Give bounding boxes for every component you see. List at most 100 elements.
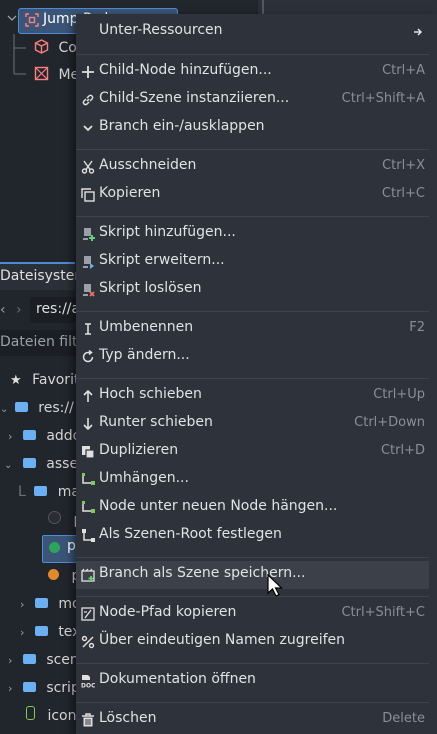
fs-item-folder[interactable]: › scen — [8, 649, 79, 671]
fs-item-file[interactable]: icon. — [26, 705, 81, 727]
fs-item-folder[interactable]: › scrip — [8, 677, 80, 699]
collision-icon — [34, 39, 49, 54]
mouse-cursor-icon — [267, 574, 283, 597]
trash-icon — [82, 713, 94, 727]
menu-separator — [76, 702, 429, 703]
menu-separator — [76, 663, 429, 664]
menu-separator — [76, 54, 429, 55]
menu-separator — [76, 378, 429, 379]
menu-item-extend-script[interactable]: Skript erweitern... — [76, 248, 429, 276]
menu-item-move-up[interactable]: Hoch schieben Ctrl+Up — [76, 382, 429, 410]
menu-item-add-child-node[interactable]: Child-Node hinzufügen... Ctrl+A — [76, 58, 429, 86]
chevron-down-icon — [83, 125, 93, 132]
doc-icon: DOC — [81, 675, 95, 689]
viewport-toolbar — [258, 0, 437, 14]
menu-item-label: Branch ein-/ausklappen — [99, 118, 265, 134]
menu-item-access-unique-name[interactable]: Über eindeutigen Namen zugreifen — [76, 628, 429, 656]
fs-item-label: scrip — [46, 680, 80, 696]
menu-item-label: Ausschneiden — [99, 157, 197, 173]
context-menu: Unter-Ressourcen Child-Node hinzufügen..… — [76, 14, 437, 734]
chevron-right-icon: › — [8, 430, 13, 443]
fs-item-folder[interactable]: › tex — [20, 621, 80, 643]
filesystem-tab-label: Dateisystem — [0, 268, 88, 284]
menu-item-label: Child-Szene instanziieren... — [99, 90, 290, 106]
scene-child-node[interactable]: Me — [34, 64, 79, 86]
menu-item-detach-script[interactable]: Skript loslösen — [76, 276, 429, 304]
menu-item-label: Dokumentation öffnen — [99, 671, 256, 687]
menu-item-reparent[interactable]: Umhängen... — [76, 466, 429, 494]
duplicate-icon — [82, 446, 95, 459]
menu-item-copy-node-path[interactable]: Node-Pfad kopieren Ctrl+Shift+C — [76, 600, 429, 628]
filesystem-tab[interactable]: Dateisystem — [0, 262, 88, 290]
menu-item-delete[interactable]: Löschen Delete — [76, 706, 429, 734]
menu-item-cut[interactable]: Ausschneiden Ctrl+X — [76, 153, 429, 181]
file-icon — [26, 706, 35, 720]
menu-item-toggle-branch[interactable]: Branch ein-/ausklappen — [76, 114, 429, 142]
chevron-right-icon: › — [20, 598, 25, 611]
menu-item-rename[interactable]: Umbenennen F2 — [76, 315, 429, 343]
menu-item-shortcut: Ctrl+A — [382, 63, 425, 78]
menu-item-label: Über eindeutigen Namen zugreifen — [99, 632, 346, 648]
fs-item-favorites[interactable]: ★ Favorit — [10, 369, 79, 391]
nav-forward-button[interactable]: › — [16, 299, 22, 321]
copy-icon — [81, 188, 95, 202]
fs-item-res[interactable]: ⌄ res:// — [0, 397, 74, 419]
menu-separator — [76, 216, 429, 217]
svg-text:DOC: DOC — [81, 683, 95, 689]
menu-item-change-type[interactable]: Typ ändern... — [76, 343, 429, 371]
menu-item-reparent-to-new-node[interactable]: Node unter neuen Node hängen... — [76, 494, 429, 522]
fs-item-folder[interactable]: ⌄ asse — [4, 453, 78, 475]
menu-item-shortcut: Delete — [382, 711, 425, 726]
menu-separator — [76, 596, 429, 597]
scene-child-label: Co — [58, 40, 77, 56]
path-field[interactable]: res://a — [30, 297, 80, 323]
menu-item-save-branch-as-scene[interactable]: Branch als Szene speichern... — [76, 561, 429, 589]
rotate-icon — [82, 350, 94, 363]
chevron-right-icon: › — [20, 626, 25, 639]
menu-item-copy[interactable]: Kopieren Ctrl+C — [76, 181, 429, 209]
fs-item-label: asse — [46, 456, 79, 472]
menu-item-make-scene-root[interactable]: Als Szenen-Root festlegen — [76, 522, 429, 550]
folder-icon — [34, 486, 48, 496]
fs-item-folder[interactable]: › addo — [8, 425, 81, 447]
menu-item-label: Duplizieren — [99, 442, 179, 458]
fs-item-folder[interactable]: L ma — [18, 481, 80, 503]
script-add-icon — [83, 228, 95, 241]
menu-item-shortcut: Ctrl+X — [382, 158, 425, 173]
mesh-icon — [34, 66, 49, 81]
path-field-value: res://a — [36, 301, 81, 317]
copy-path-icon — [81, 607, 95, 621]
menu-item-label: Unter-Ressourcen — [99, 22, 223, 38]
fs-item-label: scen — [46, 652, 79, 668]
fs-item-label: Favorit — [32, 372, 80, 388]
sphere-icon — [48, 511, 61, 524]
tree-line: L — [18, 484, 26, 500]
menu-item-label: Node unter neuen Node hängen... — [99, 498, 338, 514]
chevron-down-icon: ⌄ — [4, 460, 13, 471]
nav-back-button[interactable]: ‹ — [0, 299, 6, 321]
menu-item-shortcut: Ctrl+Up — [373, 387, 425, 402]
menu-item-duplicate[interactable]: Duplizieren Ctrl+D — [76, 438, 429, 466]
menu-item-label: Typ ändern... — [99, 347, 190, 363]
chevron-right-icon: › — [8, 682, 13, 695]
menu-item-instantiate-child-scene[interactable]: Child-Szene instanziieren... Ctrl+Shift+… — [76, 86, 429, 114]
rename-icon — [85, 323, 91, 335]
arrow-down-icon — [83, 418, 93, 431]
menu-item-add-script[interactable]: Skript hinzufügen... — [76, 220, 429, 248]
star-icon: ★ — [10, 373, 22, 388]
menu-item-open-documentation[interactable]: DOC Dokumentation öffnen — [76, 667, 429, 695]
fs-item-folder[interactable]: › mo — [20, 593, 81, 615]
folder-icon — [22, 458, 36, 468]
menu-separator — [76, 311, 429, 312]
menu-item-move-down[interactable]: Runter schieben Ctrl+Down — [76, 410, 429, 438]
menu-item-sub-resources[interactable]: Unter-Ressourcen — [76, 18, 429, 46]
sphere-icon — [49, 542, 60, 553]
fs-item-file-selected[interactable]: p — [42, 535, 80, 563]
reparent-icon — [82, 473, 95, 485]
chevron-right-icon: › — [8, 654, 13, 667]
folder-icon — [22, 430, 36, 440]
chevron-down-icon: ⌄ — [0, 404, 9, 415]
scene-child-node[interactable]: Co — [34, 37, 77, 59]
menu-item-label: Löschen — [99, 710, 157, 726]
file-filter-input[interactable]: Dateien filte — [0, 330, 86, 356]
